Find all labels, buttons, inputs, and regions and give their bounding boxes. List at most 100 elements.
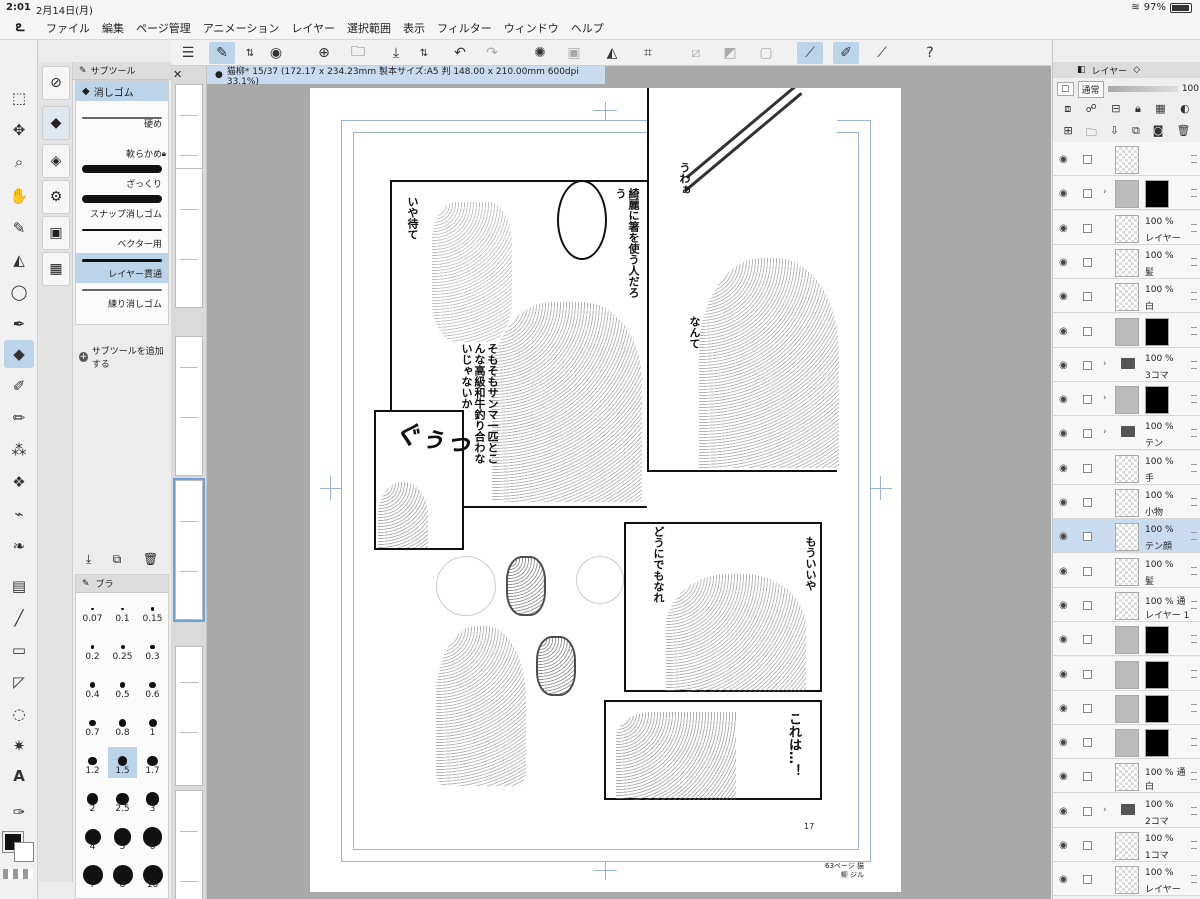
layer-select-checkbox[interactable] (1083, 566, 1092, 576)
layer-select-checkbox[interactable] (1083, 257, 1092, 267)
layer-menu-icon[interactable] (1191, 326, 1197, 335)
layer-menu-icon[interactable] (1191, 772, 1197, 781)
select-all-icon[interactable]: ▢ (753, 42, 779, 64)
redo-icon[interactable]: ↷ (479, 42, 505, 64)
pen-tool-icon[interactable]: ✒ (4, 310, 34, 338)
layer-menu-icon[interactable] (1191, 703, 1197, 712)
brush-size-option[interactable]: 1.7 (138, 747, 167, 778)
line-tool-icon[interactable]: ╱ (4, 604, 34, 632)
sub-view-icon[interactable]: ▣ (42, 216, 70, 250)
lock-icon[interactable]: 🔒︎ (1135, 102, 1141, 120)
layer-select-checkbox[interactable] (1083, 189, 1092, 199)
layer-row[interactable]: ◉ 100 % 通レイヤー 1 (1053, 587, 1200, 622)
subtool-item-hard[interactable]: 硬め (76, 103, 168, 133)
layer-menu-icon[interactable] (1191, 635, 1197, 644)
layer-row[interactable]: ◉ (1053, 622, 1200, 657)
layer-select-checkbox[interactable] (1083, 429, 1092, 439)
canvas-area[interactable]: ● 猫柳* 15/37 (172.17 x 234.23mm 製本サイズ:A5 … (207, 66, 1051, 899)
layer-row[interactable]: ◉ (1053, 690, 1200, 725)
manga-page[interactable]: いや待て 綺麗に箸を使う人だろう そもそもサンマ一匹とこんな高級和牛釣り合わない… (310, 88, 901, 892)
visibility-eye-icon[interactable]: ◉ (1059, 737, 1068, 748)
layer-select-checkbox[interactable] (1083, 806, 1092, 816)
subtool-item-vector[interactable]: ベクター用 (76, 223, 168, 253)
visibility-eye-icon[interactable]: ◉ (1059, 360, 1068, 371)
zoom-tool-icon[interactable]: ⌕ (4, 148, 34, 176)
layer-menu-icon[interactable] (1191, 875, 1197, 884)
layer-row[interactable]: ◉ › 100 % テン (1053, 416, 1200, 451)
brush-size-option[interactable]: 0.25 (108, 633, 137, 664)
brush-size-option[interactable]: 5 (108, 823, 137, 854)
layer-row[interactable]: ◉ › 100 % 3コマ (1053, 347, 1200, 382)
brush-size-icon[interactable]: ✎ (82, 579, 90, 589)
correct-line-tool-icon[interactable]: ✑ (4, 798, 34, 826)
fill-icon[interactable]: ◭ (599, 42, 625, 64)
brush-settings-icon[interactable]: ✐ (833, 42, 859, 64)
page-thumbnail[interactable] (175, 646, 203, 786)
layer-row[interactable]: ◉ 100 % 髪 (1053, 244, 1200, 279)
mask-icon[interactable]: ◐ (1180, 102, 1190, 120)
layer-menu-icon[interactable] (1191, 395, 1197, 404)
balloon-tool-icon[interactable]: ◌ (4, 700, 34, 728)
visibility-eye-icon[interactable]: ◉ (1059, 291, 1068, 302)
visibility-eye-icon[interactable]: ◉ (1059, 531, 1068, 542)
delete-layer-icon[interactable]: 🗑︎ (1176, 124, 1190, 142)
decoration-tool-icon[interactable]: ❖ (4, 468, 34, 496)
opacity-value[interactable]: 100 (1182, 84, 1199, 94)
save-icon[interactable]: ⤓ (383, 42, 409, 64)
brush-size-option[interactable]: 0.6 (138, 671, 167, 702)
layer-row[interactable]: ◉ (1053, 656, 1200, 691)
layer-row[interactable]: ◉ (1053, 725, 1200, 760)
brush-size-option[interactable]: 6 (138, 823, 167, 854)
pencil-tool-icon[interactable]: ✏ (4, 404, 34, 432)
clear-icon[interactable]: ▣ (561, 42, 587, 64)
subtool-item-kneaded[interactable]: 練り消しゴム (76, 283, 168, 313)
layer-menu-icon[interactable] (1191, 806, 1197, 815)
new-mask-icon[interactable]: ◙ (1153, 124, 1164, 142)
menu-selection[interactable]: 選択範囲 (341, 20, 397, 36)
close-icon[interactable]: ✕ (173, 68, 182, 81)
brush-size-option[interactable]: 0.1 (108, 595, 137, 626)
effect-line-tool-icon[interactable]: ✷ (4, 732, 34, 760)
layer-select-checkbox[interactable] (1083, 532, 1092, 542)
lock-alpha-icon[interactable]: ▦ (1155, 102, 1165, 120)
draft-icon[interactable]: ⊟ (1111, 102, 1120, 120)
visibility-eye-icon[interactable]: ◉ (1059, 394, 1068, 405)
eraser-variant-icon[interactable]: ◈ (42, 144, 70, 178)
layer-select-checkbox[interactable] (1083, 635, 1092, 645)
visibility-eye-icon[interactable]: ◉ (1059, 600, 1068, 611)
clip-icon[interactable]: ⧈ (1064, 102, 1071, 120)
eraser-tool-icon[interactable]: ◆ (4, 340, 34, 368)
layer-row[interactable]: ◉ › 100 % 2コマ (1053, 793, 1200, 828)
new-raster-icon[interactable]: ⊞ (1064, 124, 1073, 142)
download-icon[interactable]: ⤓ (86, 552, 91, 567)
layer-menu-icon[interactable] (1191, 257, 1197, 266)
layer-row[interactable]: ◉ 100 % レイヤー (1053, 210, 1200, 245)
trash-icon[interactable]: 🗑︎ (143, 552, 158, 566)
chevron-updown-icon[interactable]: ⇅ (237, 42, 263, 64)
brush-size-option[interactable]: 0.7 (78, 709, 107, 740)
layer-menu-icon[interactable] (1191, 463, 1197, 472)
layer-row[interactable]: ◉ 100 % 1コマ (1053, 828, 1200, 862)
layer-select-checkbox[interactable] (1083, 738, 1092, 748)
menu-page[interactable]: ページ管理 (130, 20, 197, 36)
eyedropper-tool-icon[interactable]: ✎ (4, 214, 34, 242)
help-icon[interactable]: ? (917, 42, 943, 64)
pen-pressure-icon[interactable]: ⟋ (869, 42, 895, 64)
visibility-eye-icon[interactable]: ◉ (1059, 634, 1068, 645)
chevron-icon[interactable]: › (1103, 187, 1107, 197)
brush-size-option[interactable]: 7 (78, 861, 107, 892)
text-tool-icon[interactable]: A (4, 762, 34, 790)
layer-menu-icon[interactable] (1191, 566, 1197, 575)
menu-icon[interactable]: ☰ (175, 42, 201, 64)
layer-menu-icon[interactable] (1191, 189, 1197, 198)
opacity-slider[interactable] (1107, 86, 1178, 92)
menu-edit[interactable]: 編集 (96, 20, 130, 36)
brush-size-option[interactable]: 1.5 (108, 747, 137, 778)
page-thumbnail[interactable] (175, 168, 203, 308)
transparent-color-swatch[interactable] (3, 869, 33, 879)
loading-icon[interactable]: ✺ (527, 42, 553, 64)
undo-icon[interactable]: ↶ (447, 42, 473, 64)
layer-select-checkbox[interactable] (1083, 772, 1092, 782)
gradient-tool-icon[interactable]: ▤ (4, 572, 34, 600)
chevron-icon[interactable]: › (1103, 393, 1107, 403)
